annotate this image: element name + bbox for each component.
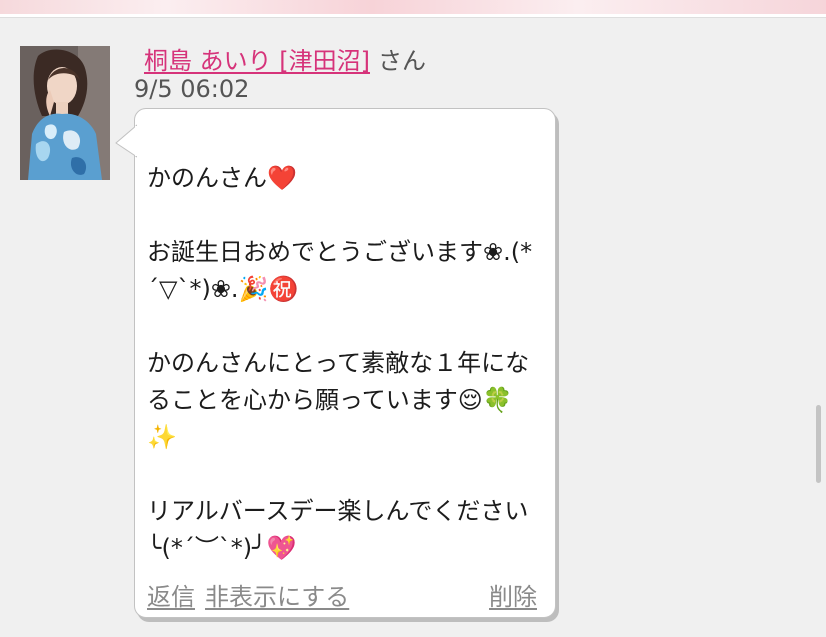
message-line: かのんさん❤️ [147,164,297,192]
message-line: お誕生日おめでとうございます❀.(* [147,238,533,266]
sender-honorific: さん [377,47,426,75]
header-banner-image [0,0,826,14]
sender-info: 桐島 あいり [津田沼] さん [144,46,426,76]
delete-link[interactable]: 削除 [489,580,537,614]
message-line: ✨ [147,423,177,451]
profile-photo-icon [20,46,110,180]
post-timestamp: 9/5 06:02 [134,75,250,103]
message-line: ´▽`*)❀.🎉㊗️ [147,275,299,303]
bubble-tail [115,124,137,158]
message-line: ╰(*´︶`*)╯💖 [147,534,297,562]
message-line: ることを心から願っています😌🍀 [147,386,513,414]
message-line: かのんさんにとって素敵な１年にな [147,349,530,377]
message-actions: 返信 非表示にする 削除 [147,580,537,614]
message-body: かのんさん❤️ お誕生日おめでとうございます❀.(* ´▽`*)❀.🎉㊗️ かの… [147,160,547,567]
scrollbar[interactable] [816,405,821,483]
avatar[interactable] [20,46,110,180]
hide-link[interactable]: 非表示にする [205,580,349,614]
header-divider-line [0,17,826,18]
reply-link[interactable]: 返信 [147,580,195,614]
sender-name-link[interactable]: 桐島 あいり [津田沼] [144,47,370,75]
message-line: リアルバースデー楽しんでください [147,497,529,525]
